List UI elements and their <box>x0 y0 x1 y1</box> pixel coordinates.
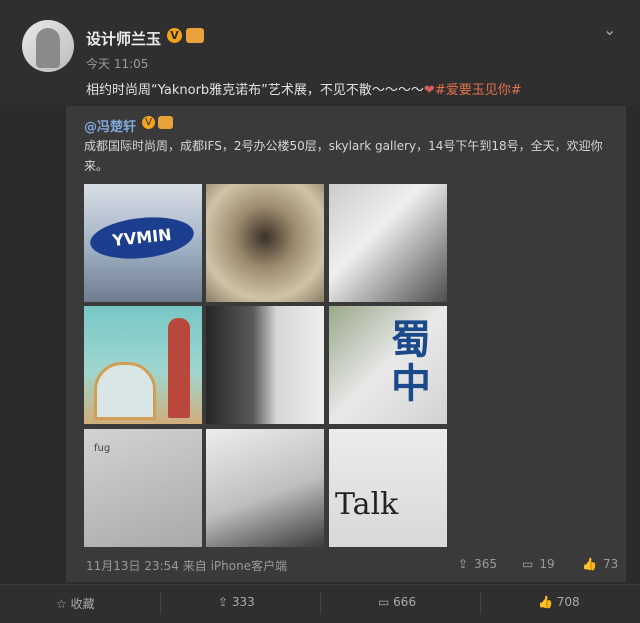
grid-image-5[interactable] <box>206 306 324 424</box>
retweet-vip-crown-icon <box>158 116 173 129</box>
retweet-repost-stat[interactable]: ⇪ 365 <box>458 557 497 571</box>
footer-divider-2 <box>320 592 321 614</box>
retweet-comment-stat[interactable]: ▭ 19 <box>522 557 555 571</box>
avatar[interactable] <box>22 20 74 72</box>
chevron-down-icon[interactable]: ⌄ <box>603 20 616 39</box>
grid-image-6[interactable]: 蜀中 <box>329 306 447 424</box>
retweet-like-stat[interactable]: 👍 73 <box>582 557 618 571</box>
retweet-meta: 11月13日 23:54 来自 iPhone客户端 <box>86 559 288 573</box>
post-text: 相约时尚周“Yaknorb雅克诺布”艺术展，不见不散～～～～❤#爱要玉见你# <box>86 79 522 98</box>
footer-like-count: 708 <box>556 595 580 609</box>
comment-button[interactable]: ▭ 666 <box>378 595 416 609</box>
footer-comment-icon: ▭ <box>378 595 390 609</box>
grid-image-3[interactable] <box>329 184 447 302</box>
retweet-comment-count: 19 <box>539 557 555 571</box>
vip-crown-icon <box>186 28 204 43</box>
image-grid: YVMIN 蜀中 fug Talk <box>84 184 447 548</box>
costume-figure <box>168 318 190 418</box>
grid-image-7[interactable]: fug <box>84 429 202 547</box>
retweet-author[interactable]: @冯楚轩 <box>84 116 136 135</box>
footer-thumbs-up-icon: 👍 <box>538 595 553 609</box>
retweet-repost-count: 365 <box>474 557 497 571</box>
grid-image-4[interactable] <box>84 306 202 424</box>
verified-badge-icon: V <box>167 28 182 43</box>
talk-title: Talk <box>335 487 399 522</box>
grid-image-1[interactable]: YVMIN <box>84 184 202 302</box>
comment-icon: ▭ <box>522 557 534 571</box>
thumbs-up-icon: 👍 <box>582 557 597 571</box>
retweet-like-count: 73 <box>602 557 619 571</box>
author-name[interactable]: 设计师兰玉 <box>86 28 161 49</box>
post-text-main: 相约时尚周“Yaknorb雅克诺布”艺术展，不见不散～～～～ <box>86 83 424 98</box>
avatar-figure <box>36 28 60 68</box>
footer-comment-count: 666 <box>393 595 417 609</box>
heart-icon: ❤ <box>423 83 435 98</box>
footer-repost-count: 333 <box>231 595 255 609</box>
star-icon: ☆ <box>56 597 67 611</box>
retweet-text: 成都国际时尚周，成都IFS，2号办公楼50层，skylark gallery，1… <box>84 139 603 173</box>
favorite-label: 收藏 <box>70 597 95 611</box>
grid-image-2[interactable] <box>206 184 324 302</box>
grid-image-8[interactable] <box>206 429 324 547</box>
display-arch <box>94 362 156 420</box>
fug-label: fug <box>94 443 111 454</box>
weibo-post: 设计师兰玉 V 今天 11:05 ⌄ 相约时尚周“Yaknorb雅克诺布”艺术展… <box>0 0 640 623</box>
grid-image-9[interactable]: Talk <box>329 429 447 547</box>
favorite-button[interactable]: ☆ 收藏 <box>56 595 95 612</box>
post-time: 今天 11:05 <box>86 57 149 71</box>
topic-link[interactable]: #爱要玉见你# <box>435 83 522 98</box>
footer-divider-3 <box>480 592 481 614</box>
like-button[interactable]: 👍 708 <box>538 595 580 609</box>
retweet-verified-badge-icon: V <box>142 116 155 129</box>
shu-zhong-text: 蜀中 <box>391 317 431 407</box>
yvmin-logo: YVMIN <box>88 212 196 264</box>
footer-repost-icon: ⇪ <box>218 595 229 609</box>
footer-divider-1 <box>160 592 161 614</box>
repost-button[interactable]: ⇪ 333 <box>218 595 255 609</box>
repost-icon: ⇪ <box>458 557 469 571</box>
